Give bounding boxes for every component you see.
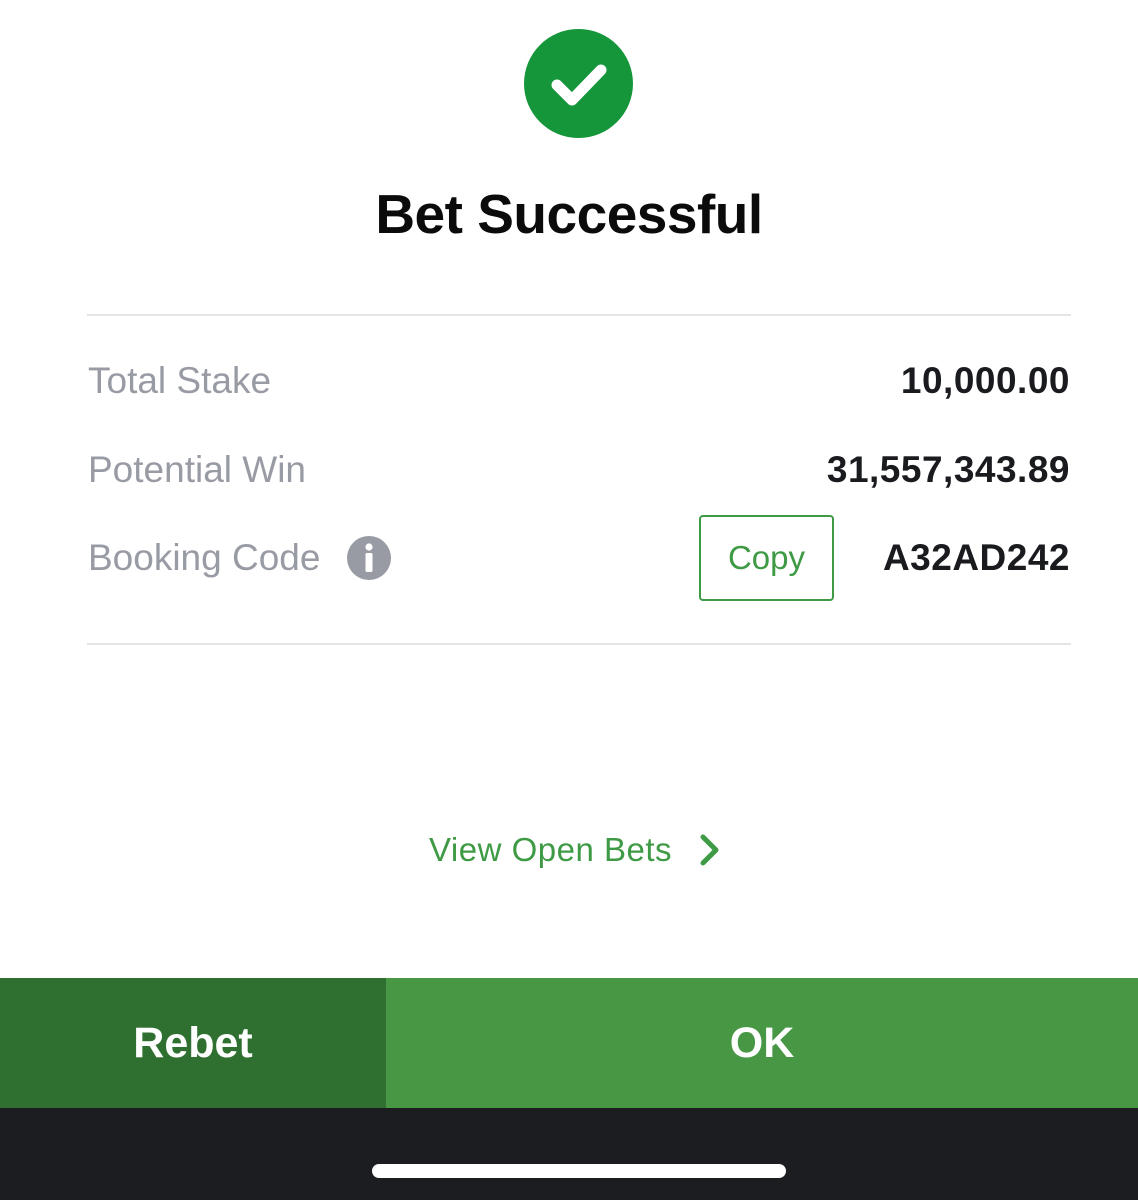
home-indicator-area: [0, 1108, 1138, 1200]
checkmark-circle-icon: [524, 29, 633, 138]
booking-code-label: Booking Code: [88, 537, 321, 578]
ok-button[interactable]: OK: [386, 978, 1138, 1108]
divider: [87, 643, 1071, 645]
info-icon[interactable]: [347, 536, 391, 580]
rebet-button[interactable]: Rebet: [0, 978, 386, 1108]
total-stake-value: 10,000.00: [900, 360, 1070, 401]
divider: [87, 314, 1071, 316]
total-stake-label: Total Stake: [88, 360, 272, 401]
potential-win-value: 31,557,343.89: [826, 449, 1070, 490]
view-open-bets-link[interactable]: View Open Bets: [429, 828, 722, 872]
action-bar: Rebet OK: [0, 978, 1138, 1108]
chevron-right-icon: [700, 834, 719, 866]
home-indicator[interactable]: [372, 1164, 786, 1178]
view-open-bets-label: View Open Bets: [429, 831, 673, 868]
potential-win-label: Potential Win: [88, 449, 306, 490]
booking-code-value: A32AD242: [882, 537, 1070, 578]
page-title: Bet Successful: [375, 183, 763, 245]
copy-button[interactable]: Copy: [699, 515, 834, 601]
bet-confirmation-screen: Bet Successful Total Stake 10,000.00 Pot…: [0, 0, 1138, 1200]
